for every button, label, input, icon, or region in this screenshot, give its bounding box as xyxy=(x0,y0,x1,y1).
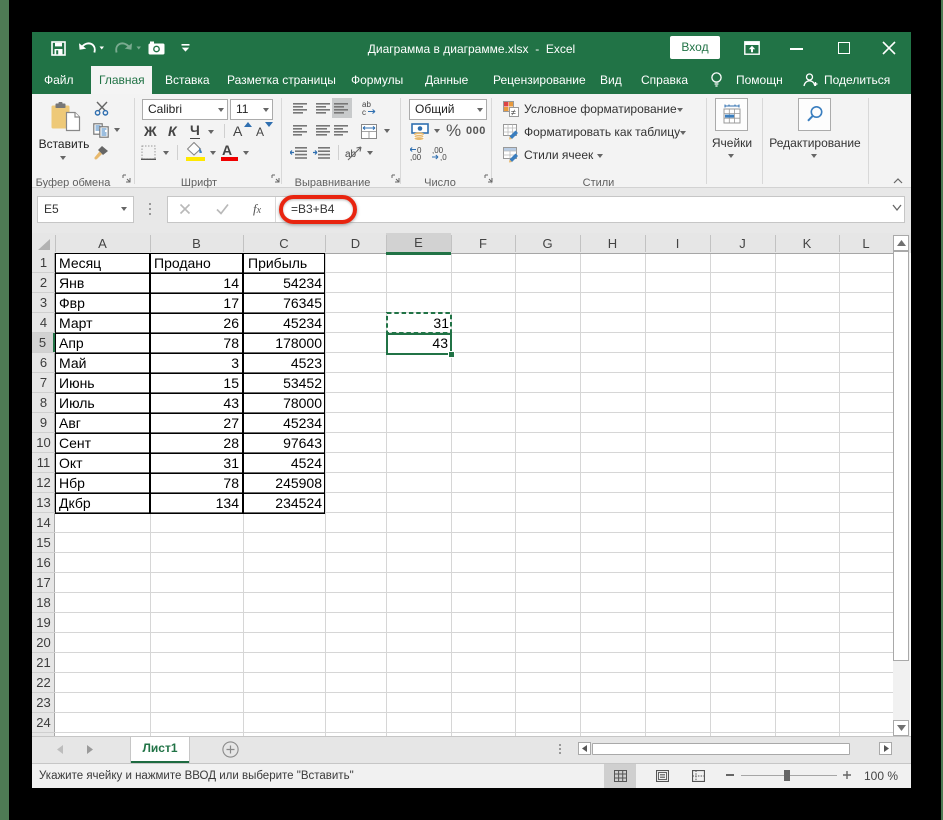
svg-text:≠: ≠ xyxy=(511,108,516,118)
svg-text:ab: ab xyxy=(345,149,357,160)
svg-text:c: c xyxy=(362,108,366,116)
svg-text:,0: ,0 xyxy=(440,153,447,161)
svg-text:,00: ,00 xyxy=(410,153,422,161)
